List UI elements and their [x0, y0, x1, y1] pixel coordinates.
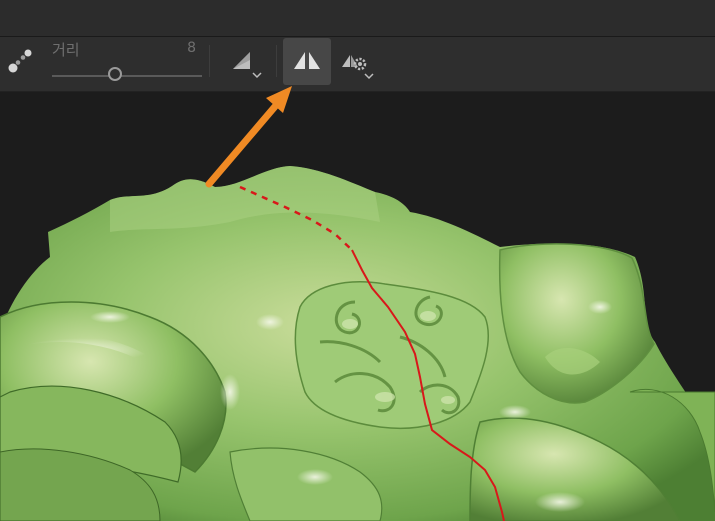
sculpt-model — [0, 166, 715, 521]
mirror-symmetry-icon — [294, 52, 320, 69]
distance-slider-thumb[interactable] — [108, 67, 122, 81]
toolbar-divider — [209, 45, 210, 77]
distance-slider-value[interactable]: 8 — [176, 40, 196, 56]
toolbar-divider — [276, 45, 277, 77]
distance-slider-label: 거리 — [52, 41, 80, 59]
tool-options-bar: 거리 8 — [0, 37, 715, 92]
app-header-strip — [0, 0, 715, 37]
falloff-button[interactable] — [228, 47, 266, 83]
brush-stroke-icon[interactable] — [6, 47, 34, 75]
chevron-down-icon — [364, 73, 374, 80]
symmetry-settings-gear-icon — [342, 55, 374, 80]
3d-viewport[interactable] — [0, 92, 715, 521]
symmetry-settings-button[interactable] — [338, 47, 380, 83]
distance-slider-track[interactable] — [52, 75, 202, 77]
falloff-triangle-icon — [233, 52, 262, 79]
chevron-down-icon — [252, 72, 262, 79]
mirror-symmetry-button[interactable] — [283, 38, 331, 85]
distance-slider-fill — [52, 75, 115, 77]
